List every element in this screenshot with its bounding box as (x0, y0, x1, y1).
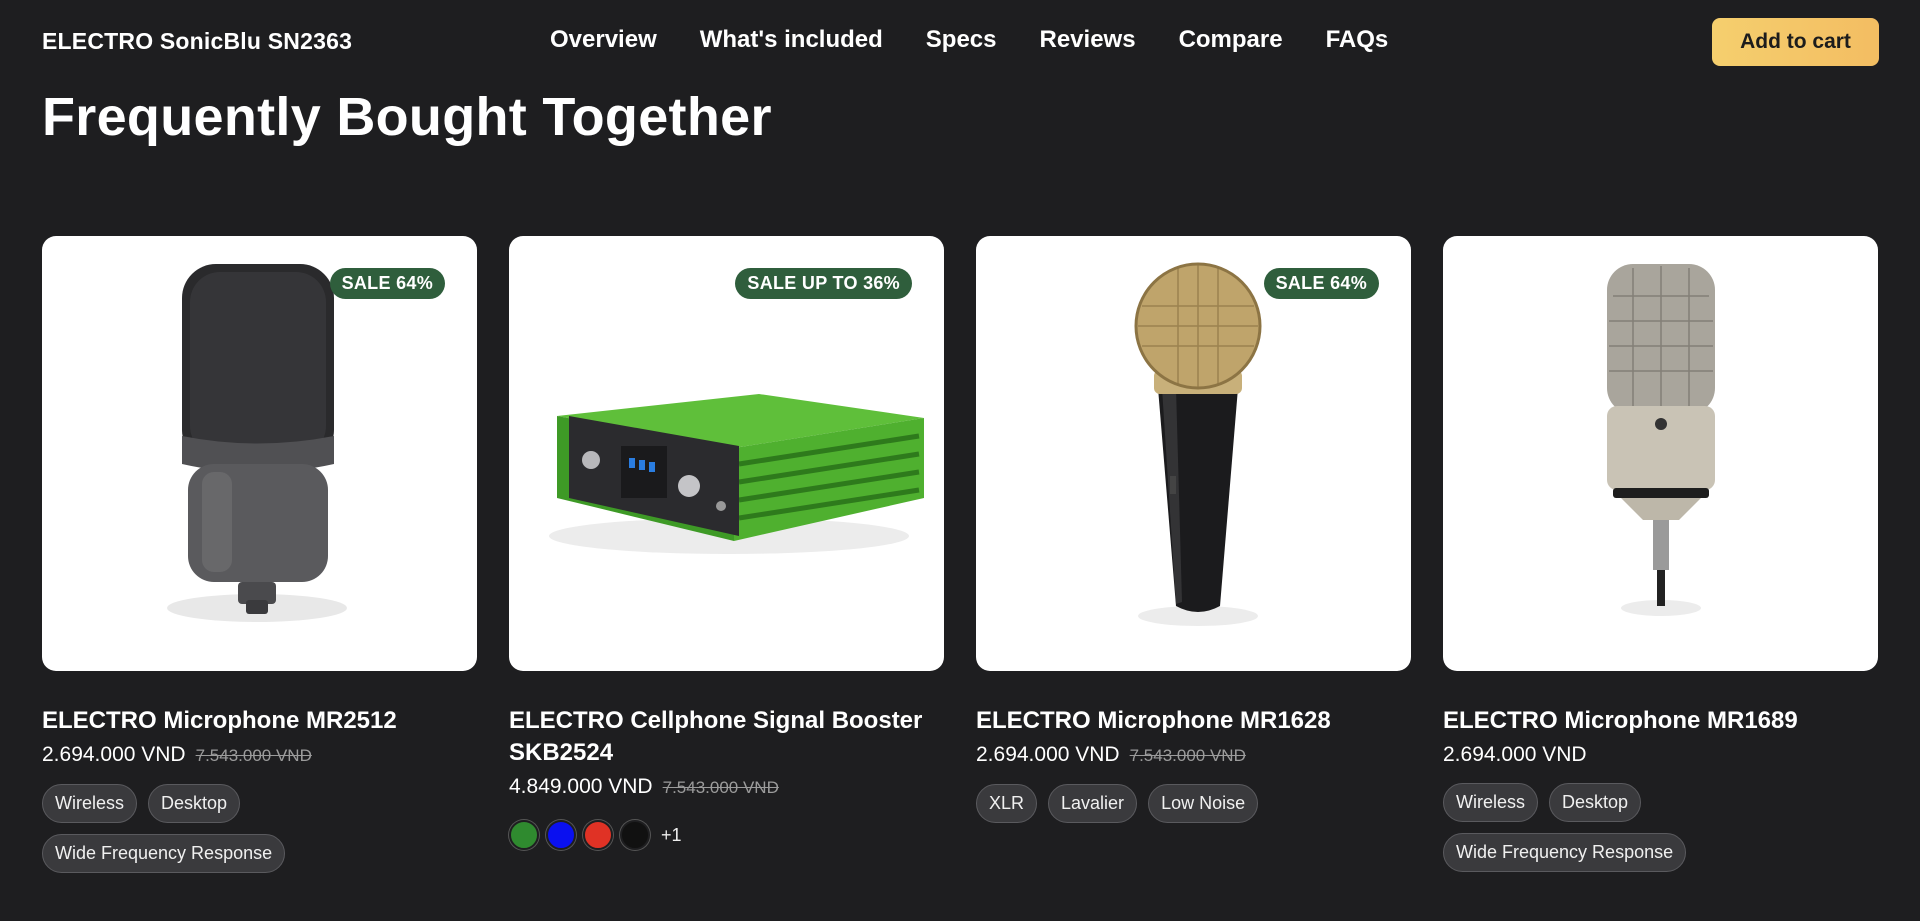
tag-chip[interactable]: Lavalier (1048, 784, 1138, 823)
top-bar: ELECTRO SonicBlu SN2363 Overview What's … (0, 0, 1920, 84)
color-swatches: +1 (509, 820, 944, 850)
sale-badge: SALE UP TO 36% (735, 268, 912, 299)
tag-list: Wireless Desktop Wide Frequency Response (1443, 783, 1843, 872)
tag-chip[interactable]: Low Noise (1148, 784, 1259, 823)
product-card: SALE 64% ELECTRO Microphone MR1628 2.694… (976, 236, 1411, 873)
signal-booster-image (549, 394, 924, 554)
tag-chip[interactable]: Wireless (1443, 783, 1539, 822)
product-list: SALE 64% ELECTRO Microphone MR2512 2.694… (42, 236, 1878, 873)
color-swatch-blue[interactable] (546, 820, 576, 850)
original-price: 7.543.000 VND (195, 746, 312, 765)
current-price: 2.694.000 VND (976, 743, 1120, 766)
add-to-cart-button[interactable]: Add to cart (1712, 18, 1879, 66)
tag-chip[interactable]: Wide Frequency Response (1443, 833, 1687, 872)
product-title[interactable]: ELECTRO Cellphone Signal Booster SKB2524 (509, 705, 944, 769)
more-colors-count[interactable]: +1 (661, 825, 682, 846)
product-image-link[interactable]: SALE UP TO 36% (509, 236, 944, 671)
product-title[interactable]: ELECTRO Microphone MR1628 (976, 705, 1411, 737)
nav-compare[interactable]: Compare (1179, 26, 1283, 54)
product-card: SALE 64% ELECTRO Microphone MR2512 2.694… (42, 236, 477, 873)
product-image-link[interactable]: SALE 64% (976, 236, 1411, 671)
tag-chip[interactable]: Wide Frequency Response (42, 834, 286, 873)
condenser-microphone-image (167, 264, 347, 622)
price-row: 2.694.000 VND 7.543.000 VND (976, 741, 1411, 770)
price-row: 4.849.000 VND 7.543.000 VND (509, 773, 944, 802)
original-price: 7.543.000 VND (1129, 746, 1246, 765)
sale-badge: SALE 64% (1263, 268, 1379, 299)
tag-list: XLR Lavalier Low Noise (976, 784, 1376, 823)
current-price: 4.849.000 VND (509, 775, 653, 798)
product-title[interactable]: ELECTRO Microphone MR1689 (1443, 705, 1878, 737)
nav-faqs[interactable]: FAQs (1326, 26, 1389, 54)
color-swatch-red[interactable] (583, 820, 613, 850)
section-nav: Overview What's included Specs Reviews C… (550, 26, 1388, 54)
color-swatch-green[interactable] (509, 820, 539, 850)
nav-specs[interactable]: Specs (926, 26, 997, 54)
price-row: 2.694.000 VND 7.543.000 VND (42, 741, 477, 770)
original-price: 7.543.000 VND (662, 778, 779, 797)
current-price: 2.694.000 VND (1443, 743, 1587, 766)
tag-chip[interactable]: Desktop (1549, 783, 1642, 822)
section-title: Frequently Bought Together (42, 87, 772, 147)
sale-badge: SALE 64% (329, 268, 445, 299)
tag-chip[interactable]: XLR (976, 784, 1038, 823)
product-image-link[interactable] (1443, 236, 1878, 671)
nav-overview[interactable]: Overview (550, 26, 657, 54)
current-price: 2.694.000 VND (42, 743, 186, 766)
product-title[interactable]: ELECTRO Microphone MR2512 (42, 705, 477, 737)
tag-chip[interactable]: Desktop (148, 784, 241, 823)
studio-microphone-image (1607, 264, 1715, 616)
handheld-microphone-image (1134, 262, 1262, 626)
product-card: ELECTRO Microphone MR1689 2.694.000 VND … (1443, 236, 1878, 873)
tag-chip[interactable]: Wireless (42, 784, 138, 823)
product-brand-title: ELECTRO SonicBlu SN2363 (42, 28, 353, 54)
price-row: 2.694.000 VND (1443, 741, 1878, 769)
product-card: SALE UP TO 36% ELECTRO Cellphone Signal … (509, 236, 944, 873)
tag-list: Wireless Desktop Wide Frequency Response (42, 784, 442, 873)
color-swatch-black[interactable] (620, 820, 650, 850)
nav-reviews[interactable]: Reviews (1040, 26, 1136, 54)
nav-whats-included[interactable]: What's included (700, 26, 883, 54)
product-image-link[interactable]: SALE 64% (42, 236, 477, 671)
